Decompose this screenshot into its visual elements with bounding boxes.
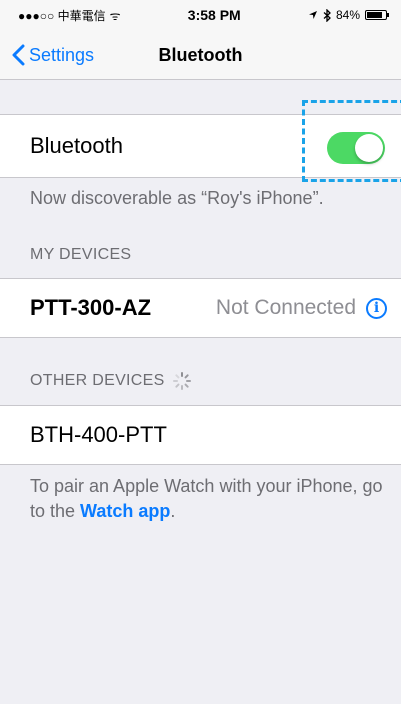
chevron-left-icon [12, 44, 25, 66]
watch-app-link[interactable]: Watch app [80, 501, 170, 521]
my-devices-header: MY DEVICES [30, 246, 131, 264]
info-icon[interactable]: i [366, 297, 387, 319]
device-name: PTT-300-AZ [30, 295, 152, 320]
apple-watch-note: To pair an Apple Watch with your iPhone,… [30, 474, 387, 524]
back-button[interactable]: Settings [12, 30, 94, 80]
battery-icon [365, 10, 389, 20]
status-left: ●●●○○ 中華電信 ᯤ [18, 7, 121, 24]
discoverable-text: Now discoverable as “Roy's iPhone”. [30, 188, 324, 208]
device-status: Not Connected [215, 296, 356, 319]
battery-percent: 84% [335, 8, 360, 22]
loading-spinner-icon [172, 372, 191, 390]
bluetooth-toggle[interactable] [327, 132, 385, 164]
wifi-icon: ᯤ [109, 8, 121, 23]
back-label: Settings [29, 44, 95, 65]
bluetooth-label: Bluetooth [30, 133, 123, 158]
other-devices-header-label: OTHER DEVICES [30, 372, 165, 389]
status-bar: ●●●○○ 中華電信 ᯤ 3:58 PM 84% [0, 0, 401, 30]
watch-note-suffix: . [170, 501, 176, 521]
location-arrow-icon [308, 11, 317, 19]
other-devices-header: OTHER DEVICES [30, 372, 191, 390]
status-time: 3:58 PM [187, 7, 241, 23]
my-devices-header-label: MY DEVICES [30, 246, 132, 263]
battery-fill [367, 12, 382, 18]
toggle-knob [355, 134, 383, 162]
status-right: 84% [308, 8, 389, 22]
bluetooth-icon [323, 8, 331, 22]
device-row-bth-400-ptt[interactable]: BTH-400-PTT [0, 405, 401, 465]
device-row-ptt-300-az[interactable]: PTT-300-AZ Not Connected i [0, 278, 401, 338]
carrier-label: ●●●○○ 中華電信 [18, 8, 106, 23]
navigation-bar: Settings Bluetooth [0, 30, 401, 80]
device-name: BTH-400-PTT [30, 422, 167, 447]
bluetooth-row: Bluetooth [0, 114, 401, 178]
